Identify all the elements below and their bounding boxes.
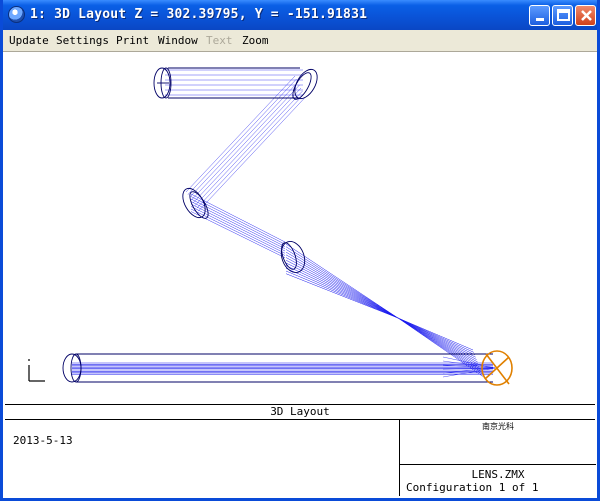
ray xyxy=(185,75,296,193)
file-panel: LENS.ZMX Configuration 1 of 1 xyxy=(400,464,596,497)
date-label: 2013-5-13 xyxy=(13,434,73,447)
ray xyxy=(285,243,399,319)
ray xyxy=(285,246,399,319)
caption-row: 3D Layout xyxy=(5,404,595,420)
menu-window[interactable]: Window xyxy=(158,34,198,47)
ray xyxy=(285,262,399,319)
minimize-button[interactable] xyxy=(529,5,550,26)
ray xyxy=(191,84,300,201)
menu-print[interactable]: Print xyxy=(116,34,149,47)
ray-fan xyxy=(72,69,496,378)
lens-bottom-left xyxy=(62,353,82,383)
ray xyxy=(285,251,399,319)
ray xyxy=(198,96,306,212)
menu-zoom[interactable]: Zoom xyxy=(242,34,269,47)
lens-mid-left xyxy=(182,187,209,219)
minimize-icon xyxy=(530,6,549,25)
coordinate-axis-icon xyxy=(28,359,45,382)
layout-canvas[interactable]: 3D Layout 2013-5-13 南京光科 LENS.ZMX Config… xyxy=(3,52,597,498)
ray xyxy=(397,317,476,358)
ray xyxy=(285,257,399,319)
ray xyxy=(397,317,484,377)
ray xyxy=(193,87,302,203)
lens-elements xyxy=(62,67,493,383)
app-window: 1: 3D Layout Z = 302.39795, Y = -151.918… xyxy=(0,0,600,501)
layout-caption: 3D Layout xyxy=(270,405,330,418)
company-label: 南京光科 xyxy=(482,422,514,431)
ray xyxy=(397,317,475,353)
title-bar[interactable]: 1: 3D Layout Z = 302.39795, Y = -151.918… xyxy=(3,0,597,30)
layout-plot xyxy=(28,67,513,386)
menu-bar: Update Settings Print Window Text Zoom xyxy=(3,30,597,52)
lens-top-left xyxy=(153,67,172,99)
ray xyxy=(285,249,399,319)
ray xyxy=(190,208,286,256)
ray xyxy=(285,273,399,319)
ray xyxy=(285,265,399,319)
ray xyxy=(397,317,475,356)
configuration-label: Configuration 1 of 1 xyxy=(406,481,539,494)
title-block: 3D Layout 2013-5-13 南京光科 LENS.ZMX Config… xyxy=(5,404,596,496)
lens-mid xyxy=(280,241,306,273)
menu-text: Text xyxy=(206,34,233,47)
ray xyxy=(285,254,399,319)
info-panel: 南京光科 LENS.ZMX Configuration 1 of 1 xyxy=(399,419,596,496)
ray xyxy=(285,268,399,319)
close-button[interactable] xyxy=(575,5,596,26)
ray xyxy=(397,317,474,351)
ray xyxy=(285,270,399,319)
ray xyxy=(194,90,303,206)
menu-settings[interactable]: Settings xyxy=(56,34,109,47)
maximize-button[interactable] xyxy=(552,5,573,26)
ray xyxy=(187,78,297,195)
app-icon[interactable] xyxy=(8,6,25,23)
ray xyxy=(196,93,305,209)
menu-update[interactable]: Update xyxy=(9,34,49,47)
window-title: 1: 3D Layout Z = 302.39795, Y = -151.918… xyxy=(30,7,368,22)
close-icon xyxy=(576,6,595,25)
lens-top-right xyxy=(292,68,318,100)
maximize-icon xyxy=(553,6,572,25)
ray xyxy=(189,81,299,198)
file-name: LENS.ZMX xyxy=(471,468,525,481)
